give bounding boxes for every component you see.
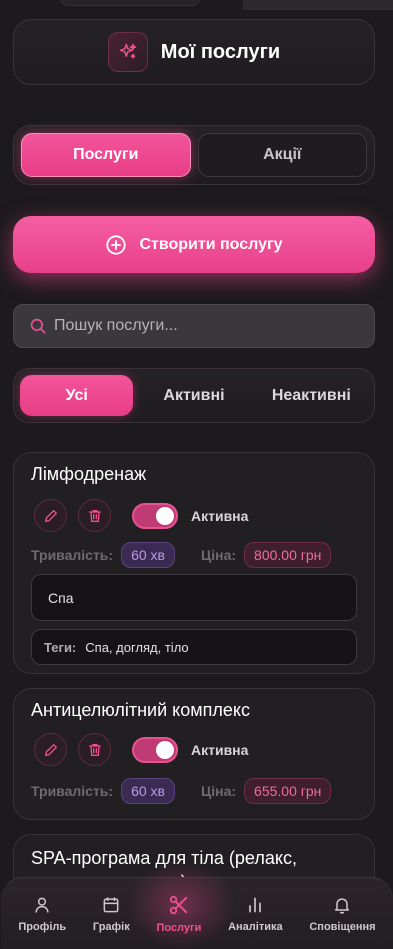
calendar-icon: [103, 897, 119, 912]
pencil-icon: [44, 509, 57, 522]
active-toggle[interactable]: [132, 736, 178, 763]
duration-label: Тривалість:: [31, 783, 114, 799]
nav-label: Графік: [92, 920, 130, 933]
delete-button[interactable]: [78, 499, 111, 532]
page-title: Мої послуги: [160, 40, 281, 63]
tab-switcher: Послуги Акції: [13, 125, 375, 185]
nav-analytics[interactable]: Аналітика: [228, 895, 283, 933]
nav-profile[interactable]: Профіль: [18, 895, 66, 933]
nav-label: Послуги: [156, 921, 202, 934]
trash-icon: [88, 509, 101, 522]
nav-notifications[interactable]: Сповіщення: [309, 895, 376, 933]
status-filter: Усі Активні Неактивні: [13, 368, 375, 423]
filter-inactive[interactable]: Неактивні: [255, 375, 368, 416]
nav-label: Профіль: [18, 920, 67, 933]
search-icon: [30, 318, 46, 334]
pencil-icon: [44, 743, 57, 756]
search-input[interactable]: [54, 317, 354, 335]
bar-chart-icon: [249, 897, 262, 912]
user-icon: [35, 897, 49, 913]
edit-button[interactable]: [34, 733, 67, 766]
tab-services[interactable]: Послуги: [21, 133, 191, 177]
tags-label: Теги:: [44, 639, 77, 655]
active-toggle[interactable]: [132, 502, 178, 529]
nav-label: Аналітика: [228, 920, 283, 933]
sparkles-icon: [107, 32, 148, 72]
search-bar: [13, 304, 375, 348]
service-title: Антицелюлітний комплекс: [31, 700, 250, 720]
tags-field: Теги: Спа, догляд, тіло: [31, 629, 357, 665]
service-card[interactable]: Лімфодренаж Активна Тривалість: 60 хв Ці…: [13, 452, 375, 674]
status-label: Активна: [191, 741, 249, 758]
duration-badge: 60 хв: [121, 542, 175, 568]
service-actions: Активна: [34, 733, 248, 766]
trash-icon: [88, 743, 101, 756]
service-meta: Тривалість: 60 хв Ціна: 800.00 грн: [31, 542, 332, 568]
scissors-icon: [169, 895, 188, 914]
price-badge: 800.00 грн: [244, 542, 332, 568]
plus-circle-icon: [106, 234, 127, 255]
edit-button[interactable]: [34, 499, 67, 532]
price-label: Ціна:: [201, 547, 237, 563]
service-meta: Тривалість: 60 хв Ціна: 655.00 грн: [31, 778, 332, 804]
nav-schedule[interactable]: Графік: [93, 895, 130, 933]
create-service-button[interactable]: Створити послугу: [13, 216, 375, 273]
create-service-label: Створити послугу: [139, 235, 283, 253]
status-label: Активна: [191, 507, 249, 524]
page-header: Мої послуги: [13, 19, 375, 85]
category-field: Спа: [31, 574, 357, 621]
tags-value: Спа, догляд, тіло: [85, 639, 189, 655]
duration-label: Тривалість:: [31, 547, 114, 563]
price-label: Ціна:: [201, 783, 237, 799]
top-pill: [60, 0, 200, 6]
tab-promotions[interactable]: Акції: [197, 133, 367, 177]
service-actions: Активна: [34, 499, 248, 532]
toggle-knob: [156, 506, 174, 525]
delete-button[interactable]: [78, 733, 111, 766]
service-card[interactable]: Антицелюлітний комплекс Активна Триваліс…: [13, 688, 375, 820]
bell-icon: [335, 897, 350, 914]
service-title: Лімфодренаж: [31, 464, 147, 484]
nav-label: Сповіщення: [309, 920, 376, 933]
filter-all[interactable]: Усі: [20, 375, 134, 416]
top-status-strip: [243, 0, 393, 10]
filter-active[interactable]: Активні: [137, 375, 250, 416]
nav-services[interactable]: Послуги: [156, 894, 201, 934]
bottom-navigation: Профіль Графік Послуги Аналітика Сповіще…: [1, 860, 393, 949]
duration-badge: 60 хв: [121, 778, 175, 804]
toggle-knob: [156, 740, 174, 759]
price-badge: 655.00 грн: [244, 778, 332, 804]
